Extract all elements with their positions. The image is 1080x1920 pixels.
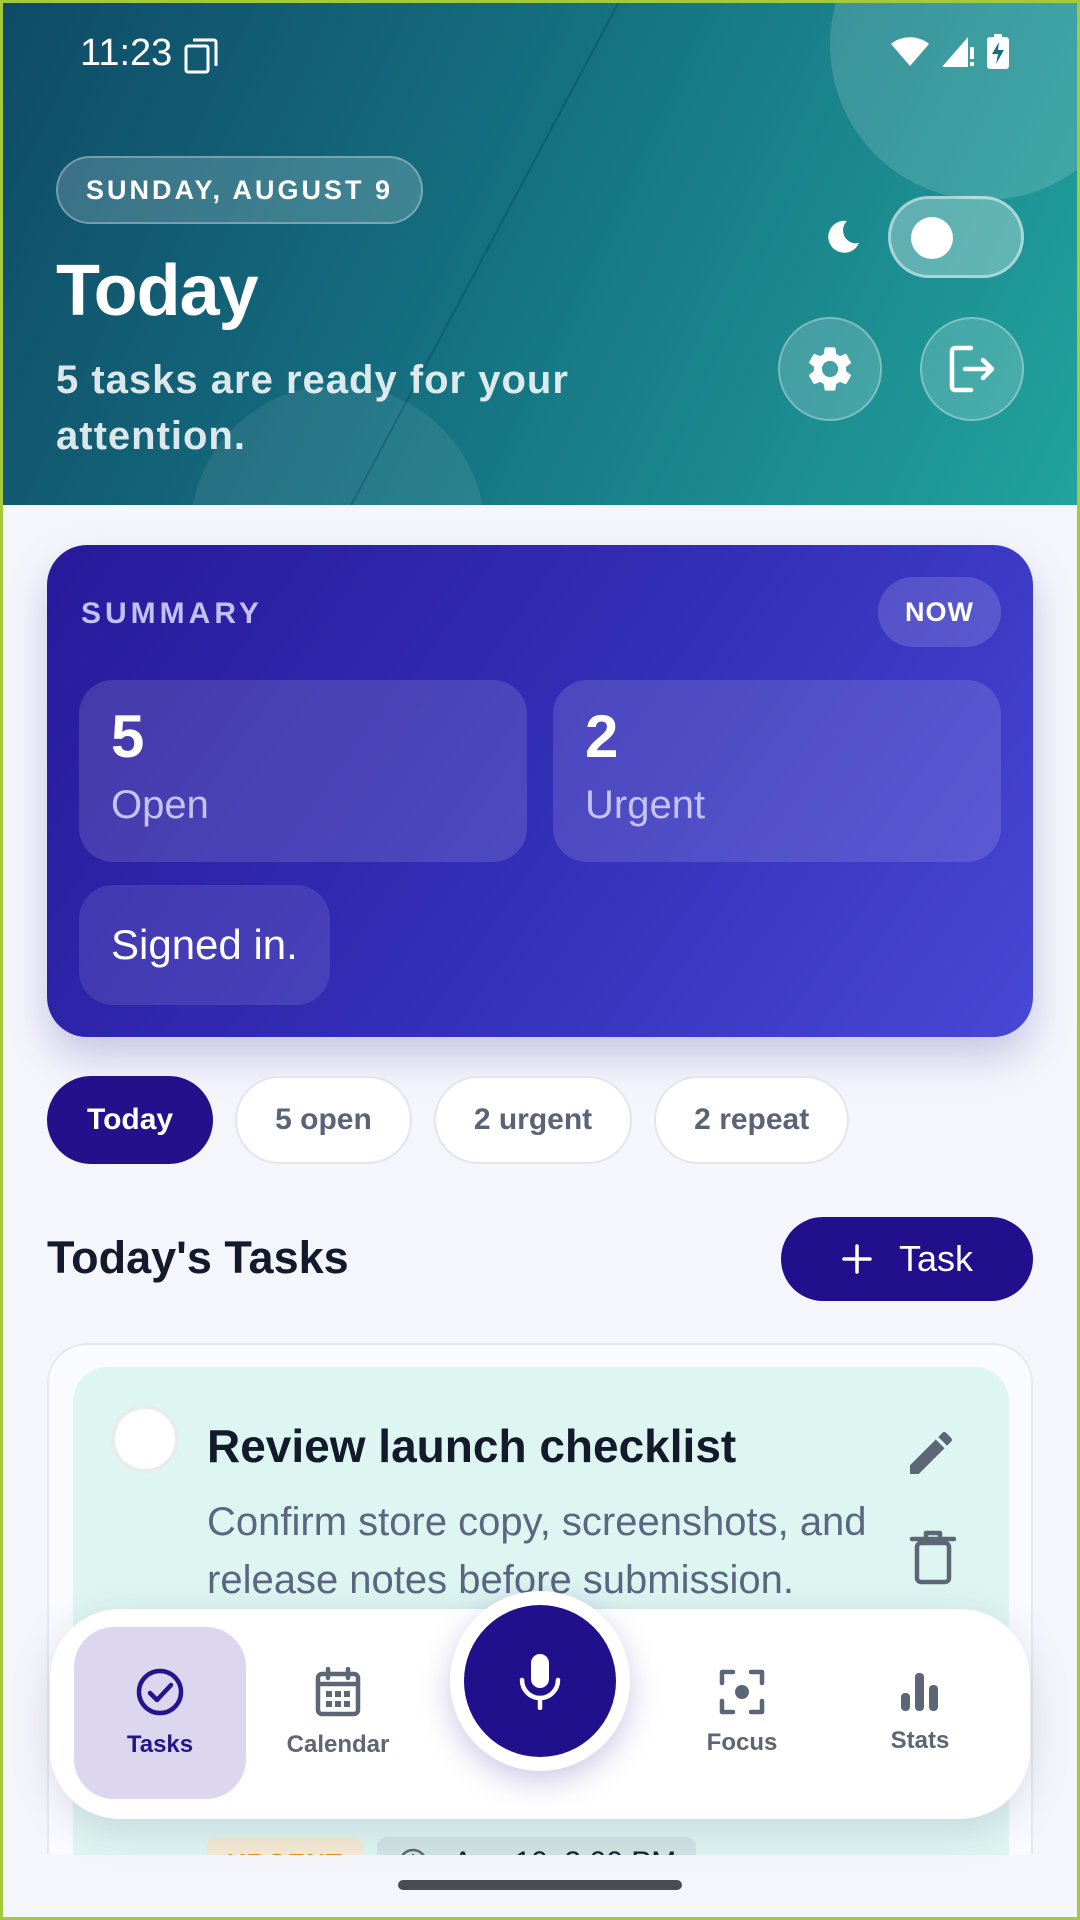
home-indicator[interactable] (398, 1880, 682, 1890)
voice-input-button[interactable] (450, 1591, 630, 1771)
add-task-label: Task (898, 1238, 974, 1279)
open-label: Open (111, 783, 209, 827)
wifi-icon (891, 37, 929, 66)
signal-icon (942, 37, 974, 67)
battery-charging-icon (987, 34, 1009, 69)
task-checkbox[interactable] (111, 1405, 179, 1473)
filter-chips: Today 5 open 2 urgent 2 repeat (47, 1076, 850, 1164)
date-pill: SUNDAY, AUGUST 9 (56, 156, 424, 224)
chip-open[interactable]: 5 open (235, 1076, 412, 1164)
nav-calendar[interactable]: Calendar (252, 1627, 424, 1799)
moon-icon (828, 220, 859, 253)
open-count: 5 (111, 703, 145, 770)
nav-tasks[interactable]: Tasks (74, 1627, 246, 1799)
trash-icon[interactable] (908, 1529, 958, 1585)
urgent-count: 2 (585, 703, 619, 770)
status-time: 11:23 (80, 32, 173, 74)
logout-button[interactable] (920, 317, 1024, 421)
pencil-icon[interactable] (903, 1425, 959, 1481)
section-title: Today's Tasks (47, 1232, 349, 1283)
calendar-icon (315, 1667, 361, 1717)
chip-urgent[interactable]: 2 urgent (433, 1076, 633, 1164)
urgent-label: Urgent (585, 783, 706, 827)
urgent-stat: 2 Urgent (553, 680, 1001, 862)
settings-button[interactable] (778, 317, 882, 421)
plus-icon (842, 1244, 872, 1274)
page-subtitle: 5 tasks are ready for your attention. (56, 358, 569, 458)
open-stat: 5 Open (79, 680, 527, 862)
gear-icon (808, 347, 852, 391)
nav-focus-label: Focus (706, 1729, 778, 1756)
bar-chart-icon (901, 1673, 938, 1711)
summary-label: SUMMARY (81, 597, 263, 630)
status-bar: 11:23 (0, 0, 1080, 110)
dark-mode-toggle[interactable] (888, 196, 1024, 278)
nav-stats-label: Stats (890, 1727, 950, 1754)
logout-icon (949, 345, 995, 393)
auth-status: Signed in. (79, 885, 330, 1005)
chip-today[interactable]: Today (47, 1076, 214, 1164)
check-circle-icon (136, 1668, 184, 1716)
toggle-knob (911, 217, 953, 259)
sim-card-icon (184, 38, 218, 74)
page-title: Today (56, 251, 259, 331)
nav-calendar-label: Calendar (286, 1731, 390, 1758)
chip-repeat[interactable]: 2 repeat (654, 1076, 850, 1164)
focus-icon (719, 1669, 765, 1715)
summary-card: SUMMARY NOW 5 Open 2 Urgent Signed in. (47, 545, 1033, 1037)
microphone-icon (519, 1654, 561, 1710)
voice-input-button-inner (464, 1605, 616, 1757)
now-badge: NOW (878, 577, 1001, 647)
nav-tasks-label: Tasks (126, 1731, 194, 1758)
add-task-button[interactable]: Task (781, 1217, 1033, 1301)
header: 11:23 SUNDAY, AUGUST 9 Today 5 tasks are… (0, 0, 1080, 505)
nav-stats[interactable]: Stats (834, 1627, 1006, 1799)
nav-focus[interactable]: Focus (656, 1627, 828, 1799)
task-title: Review launch checklist (207, 1420, 737, 1472)
status-icons (890, 34, 1010, 70)
